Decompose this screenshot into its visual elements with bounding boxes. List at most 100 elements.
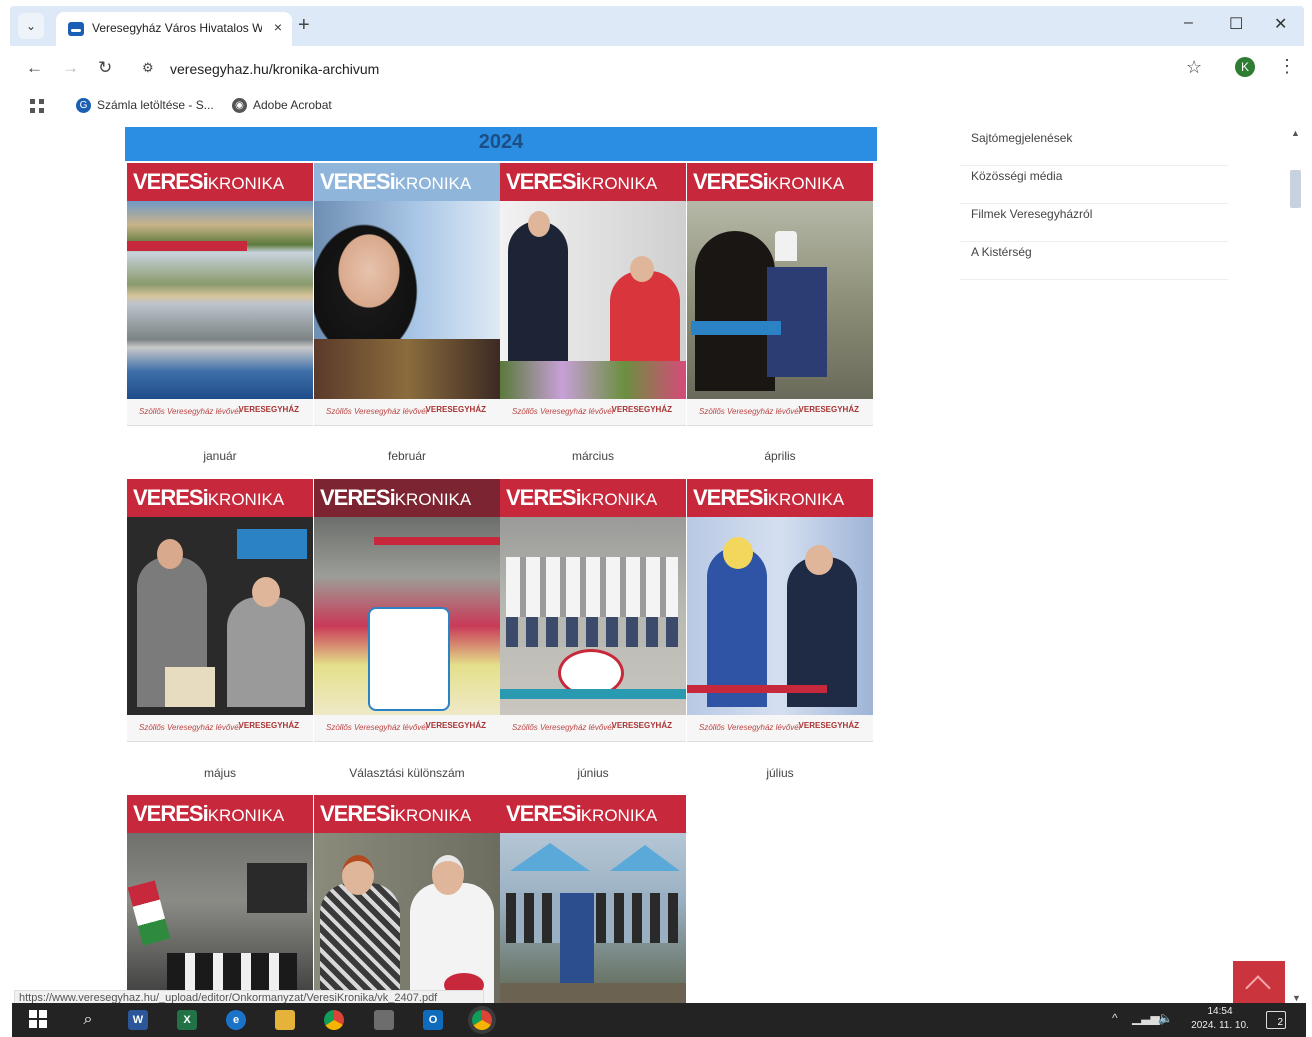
- reload-button[interactable]: ↻: [98, 58, 112, 78]
- store-icon[interactable]: [374, 1010, 394, 1030]
- close-window-button[interactable]: ✕: [1274, 14, 1287, 34]
- cover-footer: Szöllős Veresegyház lévővél VERESEGYHÁZ: [127, 715, 313, 741]
- apps-grid-icon[interactable]: [30, 99, 44, 113]
- tab-search-button[interactable]: ⌄: [18, 13, 44, 39]
- cover-june[interactable]: VERESiKRONIKA Szöllős Veresegyház lévővé…: [500, 479, 686, 742]
- cover-photo: [127, 833, 313, 1003]
- active-tab[interactable]: Veresegyház Város Hivatalos W ×: [56, 12, 292, 46]
- bookmark-label: Számla letöltése - S...: [97, 98, 214, 112]
- cover-march[interactable]: VERESiKRONIKA Szöllős Veresegyház lévővé…: [500, 163, 686, 426]
- cover-october[interactable]: VERESiKRONIKA: [500, 795, 686, 1003]
- cover-masthead: VERESiKRONIKA: [314, 795, 500, 833]
- cover-month-label[interactable]: július: [687, 766, 873, 780]
- scrollbar-thumb[interactable]: [1290, 170, 1301, 208]
- cover-month-label[interactable]: május: [127, 766, 313, 780]
- cover-logo: VERESiKRONIKA: [133, 485, 285, 510]
- bookmark-label: Adobe Acrobat: [253, 98, 332, 112]
- cover-month-label[interactable]: június: [500, 766, 686, 780]
- bookmark-szamla[interactable]: G Számla letöltése - S...: [76, 98, 214, 114]
- cover-may[interactable]: VERESiKRONIKA Szöllős Veresegyház lévővé…: [127, 479, 313, 742]
- cover-month-label[interactable]: január: [127, 449, 313, 463]
- cover-month-label[interactable]: március: [500, 449, 686, 463]
- globe-icon: ◉: [232, 98, 247, 114]
- cover-masthead: VERESiKRONIKA: [127, 163, 313, 201]
- profile-avatar[interactable]: K: [1235, 57, 1255, 77]
- cover-footer: Szöllős Veresegyház lévővél VERESEGYHÁZ: [687, 715, 873, 741]
- notification-center-icon[interactable]: 2: [1266, 1011, 1286, 1029]
- search-icon[interactable]: ⌕: [78, 1010, 98, 1030]
- cover-month-label[interactable]: február: [314, 449, 500, 463]
- network-signal-icon[interactable]: ▁▃▅: [1132, 1011, 1160, 1025]
- cover-photo: [500, 517, 686, 715]
- browser-toolbar: ← → ↻ ⚙ veresegyhaz.hu/kronika-archivum …: [10, 46, 1304, 92]
- file-explorer-icon[interactable]: [275, 1010, 295, 1030]
- cover-photo: [127, 201, 313, 399]
- clock-time: 14:54: [1207, 1006, 1233, 1017]
- back-to-top-button[interactable]: [1233, 961, 1285, 1005]
- taskbar-clock[interactable]: 14:54 2024. 11. 10.: [1184, 1005, 1256, 1033]
- cover-photo: [687, 201, 873, 399]
- sidebar-link-films[interactable]: Filmek Veresegyházról: [960, 204, 1228, 242]
- new-tab-button[interactable]: +: [298, 14, 310, 37]
- cover-logo: VERESiKRONIKA: [133, 801, 285, 826]
- site-info-icon[interactable]: ⚙: [142, 60, 154, 76]
- sidebar-link-label: Filmek Veresegyházról: [971, 207, 1093, 221]
- cover-footer: Szöllős Veresegyház lévővél VERESEGYHÁZ: [314, 399, 500, 425]
- excel-icon[interactable]: X: [177, 1010, 197, 1030]
- scroll-down-arrow-icon[interactable]: ▼: [1292, 993, 1301, 1003]
- cover-logo: VERESiKRONIKA: [506, 169, 658, 194]
- year-header: 2024: [125, 127, 877, 161]
- tray-chevron-up-icon[interactable]: ^: [1112, 1011, 1118, 1025]
- forward-button[interactable]: →: [62, 58, 79, 78]
- cover-logo: VERESiKRONIKA: [320, 801, 472, 826]
- cover-month-label[interactable]: április: [687, 449, 873, 463]
- cover-masthead: VERESiKRONIKA: [687, 163, 873, 201]
- cover-masthead: VERESiKRONIKA: [127, 795, 313, 833]
- cover-photo: [127, 517, 313, 715]
- edge-icon[interactable]: e: [226, 1010, 246, 1030]
- address-bar[interactable]: veresegyhaz.hu/kronika-archivum: [170, 61, 379, 77]
- bookmark-star-icon[interactable]: ☆: [1186, 57, 1202, 78]
- page-scrollbar[interactable]: [1288, 128, 1302, 1008]
- cover-january[interactable]: VERESiKRONIKA Szöllős Veresegyház lévővé…: [127, 163, 313, 426]
- cover-footer: Szöllős Veresegyház lévővél VERESEGYHÁZ: [500, 399, 686, 425]
- sidebar-link-label: Sajtómegjelenések: [971, 131, 1073, 145]
- sidebar-link-press[interactable]: Sajtómegjelenések: [960, 128, 1228, 166]
- cover-photo: [314, 517, 500, 715]
- sidebar-link-social-media[interactable]: Közösségi média: [960, 166, 1228, 204]
- maximize-button[interactable]: ☐: [1229, 14, 1243, 34]
- sidebar-link-subregion[interactable]: A Kistérség: [960, 242, 1228, 280]
- cover-logo: VERESiKRONIKA: [506, 485, 658, 510]
- cover-logo: VERESiKRONIKA: [506, 801, 658, 826]
- cover-footer: Szöllős Veresegyház lévővél VERESEGYHÁZ: [314, 715, 500, 741]
- sidebar-link-label: A Kistérség: [971, 245, 1032, 259]
- chrome-active-icon[interactable]: [472, 1010, 492, 1030]
- scroll-up-arrow-icon[interactable]: ▲: [1291, 128, 1300, 138]
- cover-logo: VERESiKRONIKA: [320, 485, 472, 510]
- chrome-icon[interactable]: [324, 1010, 344, 1030]
- year-title: 2024: [478, 131, 524, 153]
- browser-menu-icon[interactable]: ⋮: [1278, 56, 1296, 77]
- word-icon[interactable]: W: [128, 1010, 148, 1030]
- minimize-button[interactable]: –: [1184, 14, 1193, 32]
- cover-election-special[interactable]: VERESiKRONIKA Szöllős Veresegyház lévővé…: [314, 479, 500, 742]
- bookmark-adobe[interactable]: ◉ Adobe Acrobat: [232, 98, 332, 114]
- cover-september[interactable]: VERESiKRONIKA: [314, 795, 500, 1003]
- sidebar-link-label: Közösségi média: [971, 169, 1063, 183]
- cover-photo: [314, 201, 500, 399]
- close-tab-icon[interactable]: ×: [274, 19, 282, 35]
- cover-february[interactable]: VERESiKRONIKA Szöllős Veresegyház lévővé…: [314, 163, 500, 426]
- cover-masthead: VERESiKRONIKA: [314, 163, 500, 201]
- cover-month-label[interactable]: Választási különszám: [314, 766, 500, 780]
- back-button[interactable]: ←: [26, 58, 43, 78]
- cover-april[interactable]: VERESiKRONIKA Szöllős Veresegyház lévővé…: [687, 163, 873, 426]
- outlook-icon[interactable]: O: [423, 1010, 443, 1030]
- cover-july[interactable]: VERESiKRONIKA Szöllős Veresegyház lévővé…: [687, 479, 873, 742]
- tab-strip: ⌄ Veresegyház Város Hivatalos W × + – ☐ …: [10, 6, 1304, 46]
- cover-masthead: VERESiKRONIKA: [687, 479, 873, 517]
- volume-icon[interactable]: 🔈: [1158, 1011, 1173, 1025]
- cover-masthead: VERESiKRONIKA: [500, 163, 686, 201]
- cover-august[interactable]: VERESiKRONIKA: [127, 795, 313, 1003]
- cover-photo: [314, 833, 500, 1003]
- windows-start-icon[interactable]: [28, 1010, 48, 1030]
